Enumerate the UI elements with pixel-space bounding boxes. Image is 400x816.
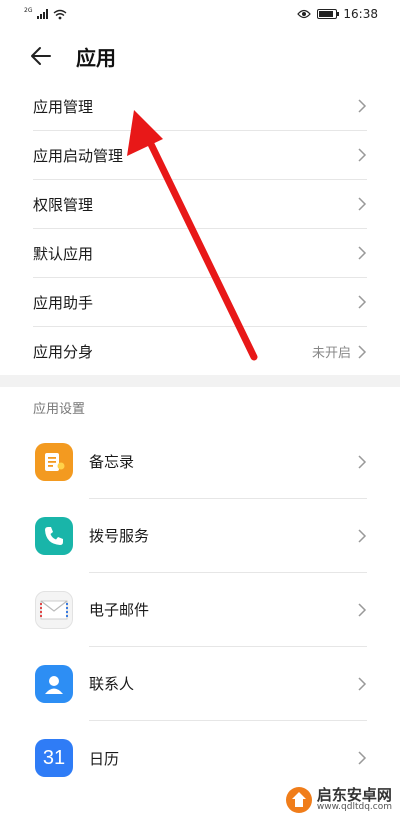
watermark: 启东安卓网 www.qdltdq.com xyxy=(285,786,392,814)
menu-item-default-apps[interactable]: 默认应用 xyxy=(33,229,367,278)
battery-icon xyxy=(317,9,340,19)
wifi-icon xyxy=(54,9,67,19)
chevron-right-icon xyxy=(358,454,367,469)
menu-item-app-management[interactable]: 应用管理 xyxy=(33,82,367,131)
watermark-name: 启东安卓网 xyxy=(316,785,392,804)
signal-icon xyxy=(37,9,49,19)
app-item-label: 电子邮件 xyxy=(89,601,150,619)
top-bar: 应用 xyxy=(0,28,400,84)
chevron-right-icon xyxy=(358,197,367,211)
chevron-right-icon xyxy=(358,602,367,617)
menu-item-label: 应用助手 xyxy=(33,293,94,312)
menu-item-label: 权限管理 xyxy=(33,195,94,214)
calendar-date: 31 xyxy=(42,746,66,769)
chevron-right-icon xyxy=(358,751,367,765)
back-button[interactable] xyxy=(30,42,58,70)
phone-icon xyxy=(35,517,73,555)
menu-item-label: 默认应用 xyxy=(33,244,94,263)
chevron-right-icon xyxy=(358,528,367,543)
chevron-right-icon xyxy=(358,344,367,359)
app-item-label: 联系人 xyxy=(89,675,135,693)
app-item-label: 备忘录 xyxy=(89,453,135,471)
app-item-calendar[interactable]: 31 日历 xyxy=(0,721,400,795)
watermark-url: www.qdltdq.com xyxy=(316,802,392,813)
calendar-icon: 31 xyxy=(35,739,73,777)
chevron-right-icon xyxy=(358,148,367,162)
contacts-icon xyxy=(35,665,73,703)
eye-comfort-icon xyxy=(297,9,312,19)
app-twin-status: 未开启 xyxy=(311,346,351,361)
menu-item-app-twin[interactable]: 应用分身 未开启 xyxy=(33,327,367,376)
section-title: 应用设置 xyxy=(33,402,86,417)
menu-item-app-assistant[interactable]: 应用助手 xyxy=(33,278,367,327)
menu-item-app-launch[interactable]: 应用启动管理 xyxy=(33,131,367,180)
watermark-logo xyxy=(285,787,312,813)
notepad-icon xyxy=(35,443,73,481)
menu-item-label: 应用启动管理 xyxy=(33,146,124,165)
app-item-email[interactable]: 电子邮件 xyxy=(0,573,400,647)
chevron-right-icon xyxy=(358,99,367,113)
chevron-right-icon xyxy=(358,246,367,260)
chevron-right-icon xyxy=(358,295,367,309)
menu-item-permissions[interactable]: 权限管理 xyxy=(33,180,367,229)
app-item-label: 拨号服务 xyxy=(89,527,150,545)
app-item-dialer[interactable]: 拨号服务 xyxy=(0,499,400,573)
status-bar: 2G 16:38 xyxy=(0,0,400,28)
menu-item-label: 应用管理 xyxy=(33,97,94,116)
back-arrow-icon xyxy=(31,47,51,65)
mail-icon xyxy=(35,591,73,629)
app-item-contacts[interactable]: 联系人 xyxy=(0,647,400,721)
settings-menu: 应用管理 应用启动管理 权限管理 默认应用 应用助手 应用分身 未开启 xyxy=(0,82,400,376)
page-title: 应用 xyxy=(76,45,116,70)
app-item-label: 日历 xyxy=(89,749,120,768)
menu-item-label: 应用分身 xyxy=(33,343,94,361)
app-settings-list: 备忘录 拨号服务 电子邮件 联系人 31 日历 xyxy=(0,425,400,795)
clock: 16:38 xyxy=(343,7,378,21)
section-divider xyxy=(0,375,400,387)
app-item-notepad[interactable]: 备忘录 xyxy=(0,425,400,499)
network-type: 2G xyxy=(24,6,33,14)
chevron-right-icon xyxy=(358,676,367,691)
